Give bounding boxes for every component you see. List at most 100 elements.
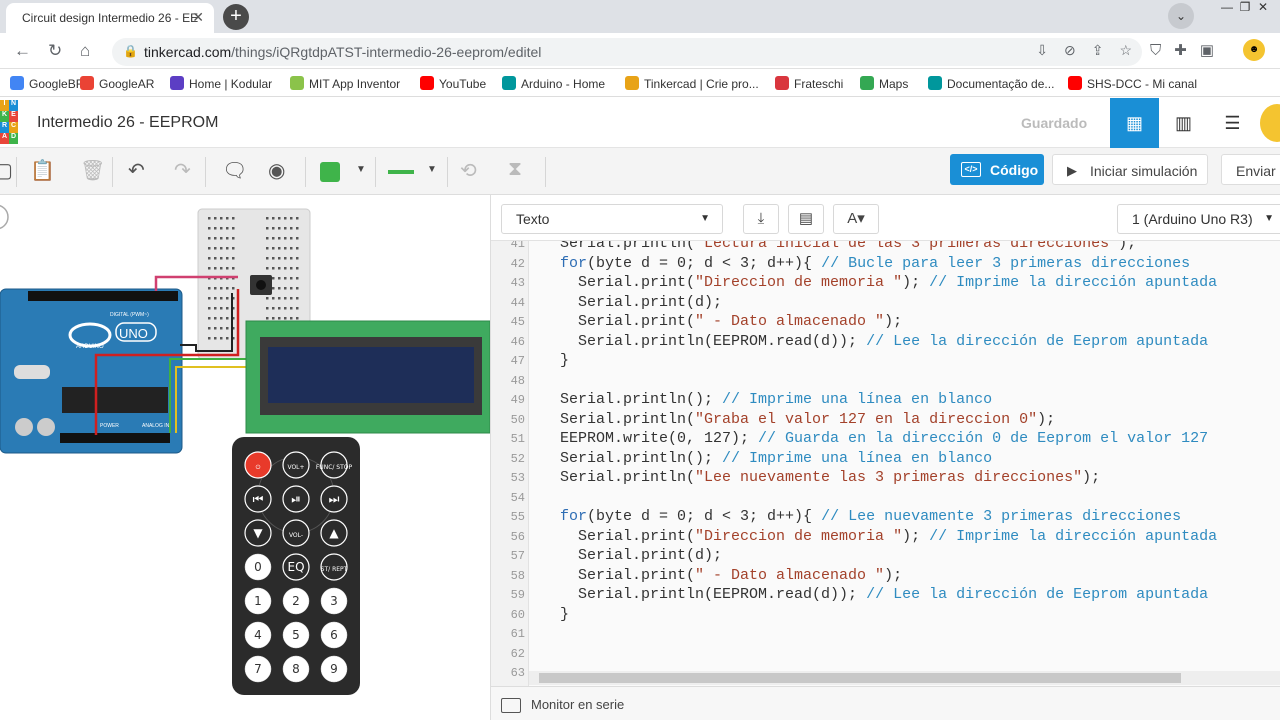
remote-button[interactable]: ST/ REPT [320,553,348,581]
circuit-canvas[interactable]: UNO ARDUINO DIGITAL (PWM~) POWER ANALOG … [0,195,491,720]
restore-icon[interactable]: ❐ [1236,1,1254,15]
send-to-button[interactable]: Enviar a [1221,154,1280,185]
bookmark-item[interactable]: YouTube [420,76,486,91]
font-size-icon[interactable]: A▾ [833,204,879,234]
redo-icon[interactable]: ↷ [174,158,191,183]
browser-tab[interactable]: Circuit design Intermedio 26 - EE ✕ [6,3,214,33]
remote-button[interactable]: 8 [282,655,310,683]
remote-button[interactable]: ⏭ [320,485,348,513]
flip-icon[interactable]: ⧗ [508,158,522,181]
code-line[interactable]: Serial.print(" - Dato almacenado "); [560,313,902,330]
remote-button[interactable]: 7 [244,655,272,683]
chevron-down-icon[interactable]: ▼ [427,164,437,175]
lock-icon[interactable]: 🔒 [123,44,138,58]
remote-button[interactable]: ⏮ [244,485,272,513]
profile-avatar[interactable]: ☻ [1243,39,1265,61]
bookmark-item[interactable]: Documentação de... [928,76,1054,91]
components-list-button[interactable]: ☰ [1208,98,1257,148]
code-mode-select[interactable]: Texto ▼ [501,204,723,234]
home-icon[interactable]: ⌂ [80,41,90,61]
project-title[interactable]: Intermedio 26 - EEPROM [37,114,218,132]
undo-icon[interactable]: ↶ [128,158,145,183]
code-line[interactable]: Serial.println("Graba el valor 127 en la… [560,411,1055,428]
remote-button[interactable]: 0 [244,553,272,581]
remote-button[interactable]: 1 [244,587,272,615]
remote-button[interactable]: 6 [320,621,348,649]
code-line[interactable]: } [560,606,569,623]
bookmark-item[interactable]: Maps [860,76,908,91]
arduino-board[interactable]: UNO ARDUINO DIGITAL (PWM~) POWER ANALOG … [0,288,183,454]
code-line[interactable]: EEPROM.write(0, 127); // Guarda en la di… [560,430,1208,447]
tab-search-icon[interactable]: ⌄ [1168,3,1194,29]
remote-button[interactable]: ⏻ [244,451,272,479]
bookmark-item[interactable]: Frateschi [775,76,843,91]
bookmark-item[interactable]: MIT App Inventor [290,76,400,91]
user-avatar[interactable] [1260,104,1280,142]
delete-icon[interactable]: 🗑 [80,158,105,183]
scrollbar-thumb[interactable] [539,673,1181,683]
wire-type-picker[interactable] [388,170,414,174]
notes-visibility-icon[interactable]: ◉ [268,158,285,183]
bookmark-item[interactable]: Arduino - Home [502,76,605,91]
bookmark-item[interactable]: Tinkercad | Crie pro... [625,76,759,91]
eye-off-icon[interactable]: ⊘ [1064,42,1076,58]
serial-monitor-bar[interactable]: Monitor en serie [491,686,1280,720]
install-icon[interactable]: ⇩ [1036,42,1048,58]
sidepanel-icon[interactable]: ▣ [1200,42,1214,59]
code-line[interactable]: Serial.println("Lee nuevamente las 3 pri… [560,469,1100,486]
back-icon[interactable]: ← [14,41,31,61]
paste-icon[interactable]: 📋 [30,158,55,183]
code-line[interactable]: Serial.println(); // Imprime una línea e… [560,450,992,467]
code-line[interactable]: Serial.print("Direccion de memoria "); /… [560,274,1217,291]
remote-button[interactable]: ▼ [244,519,272,547]
remote-button[interactable]: 9 [320,655,348,683]
code-line[interactable]: for(byte d = 0; d < 3; d++){ // Lee nuev… [560,508,1181,525]
circuit-drawing[interactable]: UNO ARDUINO DIGITAL (PWM~) POWER ANALOG … [0,195,491,720]
lcd-display[interactable] [245,320,491,434]
bookmark-star-icon[interactable]: ☆ [1119,42,1132,58]
close-tab-icon[interactable]: ✕ [192,9,204,26]
remote-button[interactable]: ⏯ [282,485,310,513]
remote-button[interactable]: EQ [282,553,310,581]
code-line[interactable]: } [560,352,569,369]
minimize-icon[interactable]: — [1218,1,1236,15]
color-picker[interactable] [320,162,340,182]
download-icon[interactable]: ⤓ [743,204,779,234]
chevron-down-icon[interactable]: ▼ [356,164,366,175]
rotate-icon[interactable]: ⟲ [460,158,477,183]
bookmark-item[interactable]: Home | Kodular [170,76,272,91]
code-button[interactable]: </> Código [950,154,1044,185]
code-line[interactable]: Serial.println("Lectura inicial de las 3… [560,241,1136,252]
code-line[interactable]: for(byte d = 0; d < 3; d++){ // Bucle pa… [560,255,1190,272]
circuit-view-button[interactable]: ▦ [1110,98,1159,148]
remote-button[interactable]: 4 [244,621,272,649]
device-select[interactable]: 1 (Arduino Uno R3) ▼ [1117,204,1280,234]
code-line[interactable]: Serial.print(d); [560,547,722,564]
code-line[interactable]: Serial.print(" - Dato almacenado "); [560,567,902,584]
code-line[interactable]: Serial.println(); // Imprime una línea e… [560,391,992,408]
url-input[interactable]: 🔒 tinkercad.com/things/iQRgtdpATST-inter… [112,38,1142,66]
remote-button[interactable]: VOL- [282,519,310,547]
share-icon[interactable]: ⇪ [1092,42,1104,58]
start-simulation-button[interactable]: ▶ Iniciar simulación [1052,154,1208,185]
copy-icon[interactable]: ▢ [0,158,13,183]
horizontal-scrollbar[interactable] [529,671,1280,685]
remote-button[interactable]: VOL+ [282,451,310,479]
remote-button[interactable]: ▲ [320,519,348,547]
code-line[interactable]: Serial.print(d); [560,294,722,311]
library-icon[interactable]: ▤ [788,204,824,234]
code-line[interactable]: Serial.println(EEPROM.read(d)); // Lee l… [560,333,1208,350]
new-tab-icon[interactable]: + [223,4,249,30]
code-line[interactable]: Serial.println(EEPROM.read(d)); // Lee l… [560,586,1208,603]
reload-icon[interactable]: ↻ [48,41,62,61]
close-window-icon[interactable]: ✕ [1254,1,1272,15]
remote-button[interactable]: 3 [320,587,348,615]
code-editor[interactable]: Serial.println("Lectura inicial de las 3… [529,241,1280,686]
bookmark-item[interactable]: GoogleAR [80,76,154,91]
schematic-view-button[interactable]: ▥ [1159,98,1208,148]
remote-button[interactable]: 5 [282,621,310,649]
code-line[interactable]: Serial.print("Direccion de memoria "); /… [560,528,1217,545]
remote-button[interactable]: 2 [282,587,310,615]
tinkercad-logo[interactable]: IN KE RC AD [0,100,18,146]
puzzle-extension-icon[interactable]: ✚ [1174,42,1187,59]
